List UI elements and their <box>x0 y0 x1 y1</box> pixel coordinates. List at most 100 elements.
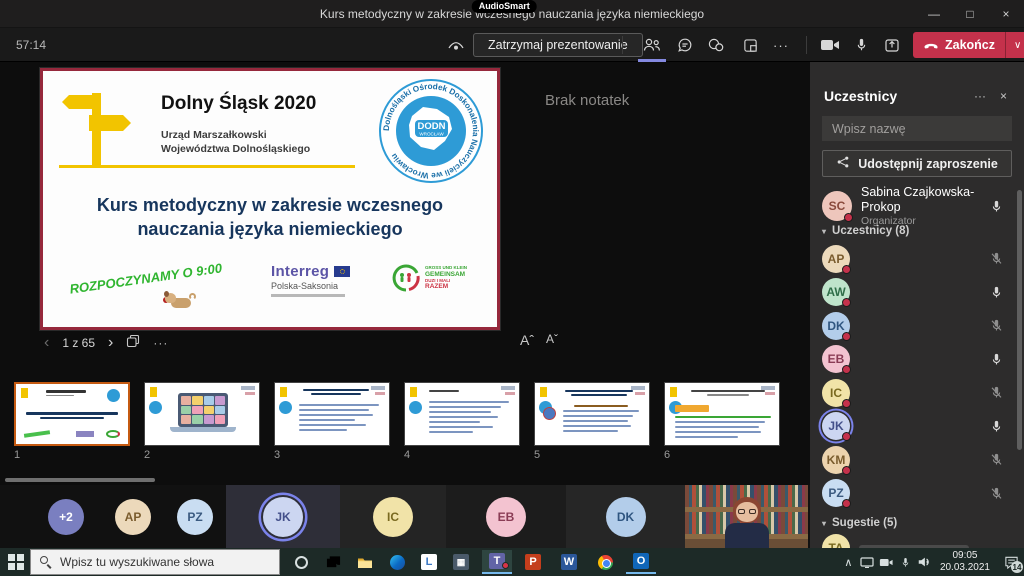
breakout-rooms-icon[interactable] <box>736 35 764 55</box>
participant-row-jk[interactable]: JK <box>822 410 1012 444</box>
participant-tile-eb[interactable]: EB <box>446 485 566 548</box>
tray-camera-icon[interactable] <box>877 557 896 568</box>
mic-muted-icon[interactable] <box>989 486 1004 501</box>
slide-thumbnail-3[interactable] <box>274 382 390 446</box>
participant-row-ic[interactable]: IC <box>822 376 1012 410</box>
action-center-icon[interactable]: 14 <box>998 548 1024 576</box>
organizer-row[interactable]: SC Sabina Czajkowska-Prokop Organizator <box>822 188 1012 224</box>
panel-close-icon[interactable]: × <box>993 89 1014 103</box>
participant-tile-jk-speaking[interactable]: JK <box>226 485 340 548</box>
avatar: EB <box>486 497 526 537</box>
webcam-person <box>723 497 771 548</box>
stop-presenting-button[interactable]: Zatrzymaj prezentowanie <box>473 33 643 57</box>
filmstrip-scrollbar[interactable] <box>5 478 155 482</box>
reactions-icon[interactable] <box>702 35 730 55</box>
mic-muted-icon[interactable] <box>989 318 1004 333</box>
microphone-icon[interactable] <box>847 35 875 55</box>
mic-muted-icon[interactable] <box>989 251 1004 266</box>
more-options-icon[interactable]: ··· <box>767 35 795 55</box>
participant-tile-pz[interactable]: PZ <box>164 485 226 548</box>
share-invite-button[interactable]: Udostępnij zaproszenie <box>822 150 1012 177</box>
status-busy-dot <box>842 298 851 307</box>
file-explorer-icon[interactable] <box>350 550 380 574</box>
mic-on-icon[interactable] <box>989 285 1004 300</box>
powerpoint-icon[interactable]: P <box>518 550 548 574</box>
meeting-timer: 57:14 <box>16 38 46 52</box>
cortana-icon[interactable] <box>286 550 316 574</box>
maximize-button[interactable]: □ <box>952 0 988 28</box>
suggested-participant-row[interactable]: TA <box>822 534 969 548</box>
end-meeting-button[interactable]: Zakończ ∨ <box>913 32 1024 58</box>
edge-browser-icon[interactable] <box>382 550 412 574</box>
thumbnail-number: 2 <box>144 449 260 461</box>
start-button[interactable] <box>8 554 24 570</box>
slide-more-options-icon[interactable]: ··· <box>153 336 168 350</box>
participants-icon[interactable] <box>638 35 666 55</box>
tray-speaker-icon[interactable] <box>915 556 934 568</box>
avatar: AW <box>822 278 850 306</box>
end-options-chevron[interactable]: ∨ <box>1006 40 1024 51</box>
participant-row-ap[interactable]: AP <box>822 242 1012 276</box>
thumbnail-number: 1 <box>14 449 130 461</box>
slide-thumbnail-6[interactable] <box>664 382 780 446</box>
close-button[interactable]: × <box>988 0 1024 28</box>
outlook-icon[interactable]: O <box>626 550 656 574</box>
slide-thumbnail-1[interactable] <box>14 382 130 446</box>
tray-expand-chevron-icon[interactable]: ∧ <box>839 556 858 569</box>
slide-navigation: ‹ 1 z 65 › ··· <box>44 334 168 352</box>
mic-muted-icon[interactable] <box>989 385 1004 400</box>
calculator-icon[interactable]: ▦ <box>446 550 476 574</box>
participant-row-aw[interactable]: AW <box>822 276 1012 310</box>
participant-row-pz[interactable]: PZ <box>822 477 1012 511</box>
chrome-icon[interactable] <box>590 550 620 574</box>
dog-illustration <box>163 289 197 313</box>
participants-panel: Uczestnicy ··· × Udostępnij zaproszenie … <box>810 62 1024 548</box>
mic-on-icon[interactable] <box>989 199 1004 214</box>
avatar: IC <box>373 497 413 537</box>
participant-row-dk[interactable]: DK <box>822 309 1012 343</box>
participant-tile-ic[interactable]: IC <box>340 485 446 548</box>
panel-more-icon[interactable]: ··· <box>967 89 993 103</box>
slide-thumbnail-4[interactable] <box>404 382 520 446</box>
previous-slide-button[interactable]: ‹ <box>44 334 49 352</box>
participant-row-eb[interactable]: EB <box>822 343 1012 377</box>
chat-icon[interactable] <box>671 35 699 55</box>
font-decrease-button[interactable]: Aˇ <box>546 332 558 348</box>
tray-display-icon[interactable] <box>858 556 877 568</box>
camera-icon[interactable] <box>816 35 844 55</box>
presenter-eye-icon[interactable] <box>442 35 470 55</box>
chevron-down-icon: ▾ <box>822 227 826 236</box>
share-screen-icon[interactable] <box>878 35 906 55</box>
next-slide-button[interactable]: › <box>108 334 113 352</box>
attendees-section-header[interactable]: ▾ Uczestnicy (8) <box>822 225 909 237</box>
taskbar-search[interactable]: Wpisz tu wyszukiwane słowa <box>30 549 280 575</box>
participant-tile-ap[interactable]: AP <box>102 485 164 548</box>
lightshot-icon[interactable]: L <box>414 550 444 574</box>
mic-muted-icon[interactable] <box>989 452 1004 467</box>
font-increase-button[interactable]: Aˆ <box>520 332 534 348</box>
avatar: AP <box>115 499 151 535</box>
avatar-speaking: JK <box>263 497 303 537</box>
meeting-toolbar: 57:14 Zatrzymaj prezentowanie ··· <box>0 28 1024 62</box>
tray-mic-icon[interactable] <box>896 556 915 569</box>
overflow-participants-tile[interactable]: +2 <box>30 485 102 548</box>
teams-taskbar-icon[interactable]: T <box>482 550 512 574</box>
participant-tile-dk[interactable]: DK <box>566 485 685 548</box>
participant-row-km[interactable]: KM <box>822 443 1012 477</box>
suggestions-section-header[interactable]: ▾ Sugestie (5) <box>822 517 897 529</box>
mic-on-icon[interactable] <box>989 352 1004 367</box>
taskbar-clock[interactable]: 09:05 20.03.2021 <box>940 550 990 575</box>
search-icon <box>40 556 52 568</box>
word-icon[interactable]: W <box>554 550 584 574</box>
mic-on-icon[interactable] <box>989 419 1004 434</box>
participant-search-input[interactable] <box>822 116 1012 141</box>
task-view-icon[interactable] <box>318 550 348 574</box>
interreg-logo: Interreg Polska-Saksonia <box>271 263 383 297</box>
participant-video-tile[interactable] <box>685 485 808 548</box>
slide-thumbnail-5[interactable] <box>534 382 650 446</box>
current-slide[interactable]: Dolny Śląsk 2020 Urząd Marszałkowski Woj… <box>40 68 500 330</box>
slide-grid-icon[interactable] <box>126 334 140 353</box>
minimize-button[interactable]: — <box>916 0 952 28</box>
slide-thumbnail-2[interactable] <box>144 382 260 446</box>
panel-scrollbar[interactable] <box>1017 190 1022 450</box>
